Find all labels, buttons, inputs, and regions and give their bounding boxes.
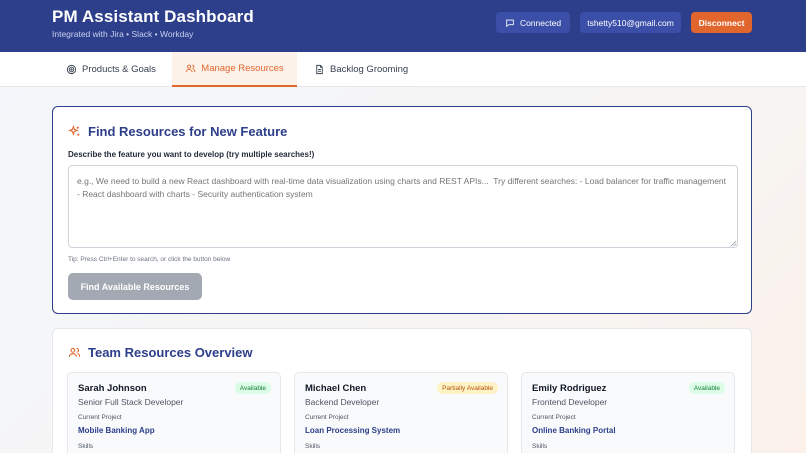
status-badge: Available	[688, 382, 725, 394]
resource-name: Michael Chen	[305, 383, 367, 394]
tab-label: Backlog Grooming	[330, 64, 409, 75]
feature-description-label: Describe the feature you want to develop…	[68, 150, 315, 159]
app-subtitle: Integrated with Jira • Slack • Workday	[52, 29, 194, 39]
resource-role: Backend Developer	[305, 397, 380, 407]
tab-label: Manage Resources	[201, 63, 284, 74]
connection-status-badge: Connected	[496, 12, 570, 33]
current-project-label: Current Project	[78, 414, 122, 421]
skills-label: Skills	[532, 443, 548, 450]
resource-name: Emily Rodriguez	[532, 383, 607, 394]
users-icon	[68, 347, 81, 357]
resource-role: Senior Full Stack Developer	[78, 397, 184, 407]
sparkle-icon	[68, 125, 80, 136]
team-resources-heading: Team Resources Overview	[68, 345, 253, 360]
resource-name: Sarah Johnson	[78, 383, 147, 394]
find-resources-button[interactable]: Find Available Resources	[68, 273, 202, 300]
users-icon	[185, 64, 196, 73]
resize-handle-icon[interactable]	[730, 240, 737, 247]
team-resources-title: Team Resources Overview	[88, 345, 253, 360]
app-title: PM Assistant Dashboard	[52, 7, 254, 26]
status-badge: Partially Available	[437, 382, 498, 394]
current-project-label: Current Project	[305, 414, 349, 421]
tab-bar: Products & Goals Manage Resources Backlo…	[0, 52, 806, 87]
skills-label: Skills	[305, 443, 321, 450]
feature-description-input[interactable]	[68, 165, 738, 248]
skills-label: Skills	[78, 443, 94, 450]
current-project-link[interactable]: Online Banking Portal	[532, 426, 616, 435]
current-project-link[interactable]: Loan Processing System	[305, 426, 400, 435]
tab-backlog-grooming[interactable]: Backlog Grooming	[300, 52, 422, 87]
find-resources-title: Find Resources for New Feature	[88, 124, 288, 139]
status-badge: Available	[234, 382, 271, 394]
current-project-link[interactable]: Mobile Banking App	[78, 426, 155, 435]
resource-card[interactable]: Emily Rodriguez Available Frontend Devel…	[521, 372, 735, 453]
user-email-badge: tshetty510@gmail.com	[580, 12, 681, 33]
resource-card[interactable]: Michael Chen Partially Available Backend…	[294, 372, 508, 453]
document-icon	[316, 64, 323, 75]
tab-manage-resources[interactable]: Manage Resources	[172, 52, 297, 87]
tab-label: Products & Goals	[82, 64, 156, 75]
connection-status-label: Connected	[519, 17, 562, 28]
find-resources-heading: Find Resources for New Feature	[68, 124, 287, 139]
resource-card[interactable]: Sarah Johnson Available Senior Full Stac…	[67, 372, 281, 453]
app-header: PM Assistant Dashboard Integrated with J…	[0, 0, 806, 52]
resource-role: Frontend Developer	[532, 397, 608, 407]
search-tip: Tip: Press Ctrl+Enter to search, or clic…	[68, 256, 231, 263]
target-icon	[66, 64, 77, 75]
tab-products-goals[interactable]: Products & Goals	[52, 52, 170, 87]
find-resources-card: Find Resources for New Feature Describe …	[52, 106, 752, 314]
team-resources-card: Team Resources Overview Sarah Johnson Av…	[52, 328, 752, 453]
current-project-label: Current Project	[532, 414, 576, 421]
disconnect-button[interactable]: Disconnect	[691, 12, 752, 33]
chat-icon	[506, 19, 514, 27]
